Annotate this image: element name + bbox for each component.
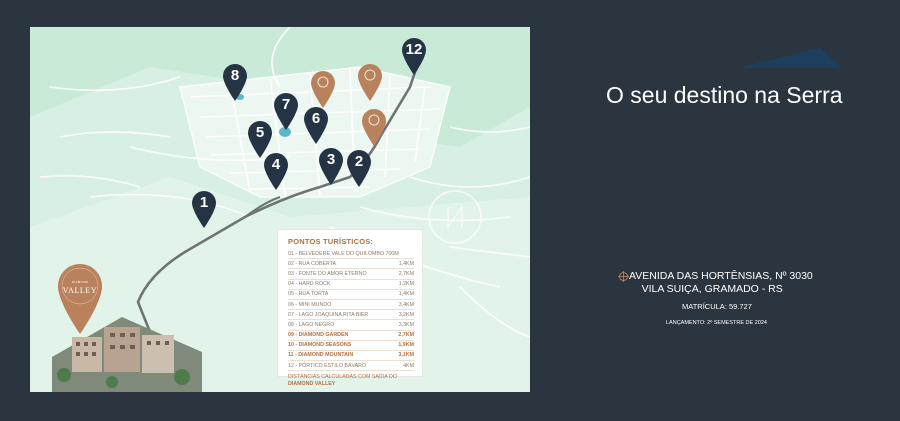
- map-pin-7[interactable]: 7: [272, 91, 300, 131]
- launch-text: LANÇAMENTO: 2º SEMESTRE DE 2024: [666, 320, 767, 326]
- legend-item: 09 - DIAMOND GARDEN 2,7KM: [288, 331, 414, 341]
- tourist-points-legend: PONTOS TURÍSTICOS: 01 - BELVEDERE VALE D…: [277, 229, 423, 387]
- map-pin-diamond-garden[interactable]: [309, 69, 337, 109]
- accent-triangle: [738, 48, 842, 68]
- matricula-text: MATRÍCULA: 59.727: [682, 302, 752, 311]
- legend-item: 01 - BELVEDERE VALE DO QUILOMBO 700M: [288, 249, 414, 260]
- legend-item: 03 - FONTE DO AMOR ETERNO 2,7KM: [288, 269, 414, 280]
- legend-title: PONTOS TURÍSTICOS:: [288, 237, 374, 246]
- legend-item: 10 - DIAMOND SEASONS 1,9KM: [288, 341, 414, 351]
- map-pin-12[interactable]: 12: [400, 36, 428, 76]
- map-pin-6[interactable]: 6: [302, 105, 330, 145]
- map-pin-3[interactable]: 3: [317, 146, 345, 186]
- legend-item: 02 - RUA COBERTA 1,4KM: [288, 259, 414, 270]
- map-pin-5[interactable]: 5: [246, 119, 274, 159]
- legend-note-origin: DIAMOND VALLEY: [288, 380, 336, 387]
- address-street: AVENIDA DAS HORTÊNSIAS, Nº 3030: [629, 270, 813, 282]
- tourist-map[interactable]: 1 2 3 4 5 6 7 8 12 DIAMOND VALLEY PONTOS…: [30, 27, 530, 392]
- legend-item: 06 - MINI MUNDO 3,4KM: [288, 300, 414, 311]
- diamond-valley-marker[interactable]: DIAMOND VALLEY: [55, 261, 105, 335]
- legend-item: 04 - HARD ROCK 1,2KM: [288, 280, 414, 290]
- legend-item: 07 - LAGO JOAQUINA RITA BIER 3,2KM: [288, 310, 414, 321]
- legend-item: 08 - LAGO NEGRO 3,3KM: [288, 320, 414, 331]
- map-pin-diamond-seasons[interactable]: [356, 62, 384, 102]
- map-pin-8[interactable]: 8: [221, 62, 249, 102]
- legend-item: 11 - DIAMOND MOUNTAIN 3,1KM: [288, 351, 414, 362]
- legend-item: 05 - RUA TORTA 1,4KM: [288, 290, 414, 300]
- address-block: AVENIDA DAS HORTÊNSIAS, Nº 3030 VILA SUI…: [615, 270, 813, 296]
- map-pin-2[interactable]: 2: [345, 148, 373, 188]
- legend-item: 12 - PÓRTICO ESTILO BÁVARO 4KM: [288, 361, 414, 372]
- map-pin-diamond-mountain[interactable]: [360, 107, 388, 147]
- legend-note: DISTÂNCIAS CALCULADAS COM SAÍDA DO: [288, 374, 397, 381]
- headline: O seu destino na Serra: [606, 82, 843, 108]
- map-pin-1[interactable]: 1: [190, 189, 218, 229]
- address-city: VILA SUIÇA, GRAMADO - RS: [641, 283, 783, 295]
